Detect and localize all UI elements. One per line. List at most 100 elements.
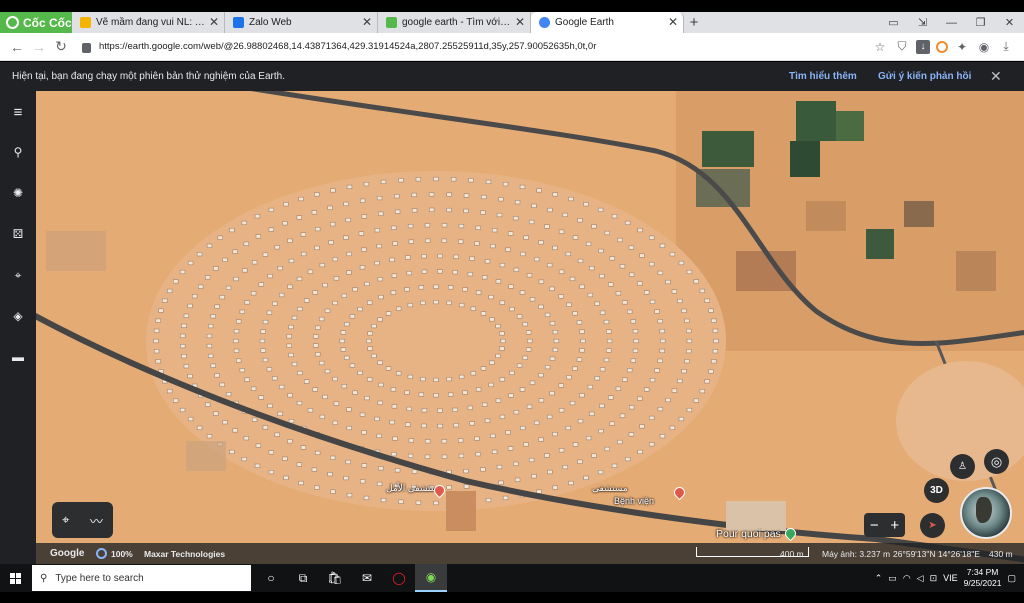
camera-altitude: Máy ảnh: 3.237 m: [822, 548, 891, 559]
left-rail: ≡ ⚲ ✺ ⚄ ⌖ ◈ ▬: [0, 91, 36, 564]
store-icon[interactable]: 🛍: [319, 564, 351, 592]
cast-icon[interactable]: ▭: [879, 16, 908, 29]
my-location-icon[interactable]: ◎: [984, 449, 1009, 474]
tab-favicon-icon: [80, 17, 91, 28]
learn-more-link[interactable]: Tìm hiểu thêm: [789, 71, 857, 82]
shield-icon[interactable]: ⛉: [894, 39, 910, 54]
voyager-icon[interactable]: ✺: [0, 182, 36, 204]
system-tray: ⌃ ▭ ◠ ◁ ⊡ VIE 7:34 PM 9/25/2021 ▢: [875, 567, 1024, 589]
url-field[interactable]: https://earth.google.com/web/@26.9880246…: [99, 41, 872, 52]
draw-path-icon[interactable]: 〰: [90, 511, 103, 530]
search-placeholder: Type here to search: [55, 572, 144, 584]
close-tab-icon[interactable]: ✕: [668, 15, 678, 29]
arabic-map-label-2: مستشفى: [592, 483, 628, 493]
tab-1[interactable]: Vẽ mầm đang vui NL: Tự nhiên✕: [72, 12, 225, 33]
map-imagery: [36, 91, 1024, 564]
map-status-bar: Google 100% Maxar Technologies 400 m Máy…: [36, 543, 1024, 564]
network-icon[interactable]: ◠: [903, 573, 911, 584]
close-tab-icon[interactable]: ✕: [209, 15, 219, 29]
close-tab-icon[interactable]: ✕: [515, 15, 525, 29]
chevron-up-icon[interactable]: ⌃: [875, 573, 883, 584]
tab-title: google earth - Tìm với Cốc Cốc: [402, 17, 512, 28]
zoom-control: − +: [864, 513, 905, 537]
task-view-icon[interactable]: ⧉: [287, 564, 319, 592]
dice-icon[interactable]: ⚄: [0, 223, 36, 245]
ruler-icon[interactable]: ▬: [0, 346, 36, 368]
back-icon[interactable]: ←: [6, 39, 28, 55]
tab-3[interactable]: google earth - Tìm với Cốc Cốc✕: [378, 12, 531, 33]
zoom-in-icon[interactable]: +: [890, 517, 899, 534]
google-logo: Google: [50, 548, 85, 559]
close-tab-icon[interactable]: ✕: [362, 15, 372, 29]
minimize-icon[interactable]: —: [937, 17, 966, 29]
windows-taskbar: ⚲ Type here to search ○ ⧉ 🛍 ✉ ◯ ◉ ⌃ ▭ ◠ ◁…: [0, 564, 1024, 592]
clock-time: 7:34 PM: [966, 567, 999, 577]
close-icon[interactable]: ✕: [990, 68, 1002, 85]
placemark-toolbar: ⌖ 〰: [52, 502, 113, 538]
menu-icon[interactable]: ≡: [0, 101, 36, 123]
browser-brand[interactable]: Cốc Cốc: [0, 12, 72, 33]
layers-icon[interactable]: ◈: [0, 305, 36, 327]
windows-start-icon[interactable]: [0, 572, 30, 584]
search-icon: ⚲: [40, 572, 48, 584]
compass-icon[interactable]: ➤: [920, 513, 945, 538]
download-icon[interactable]: ↓: [916, 39, 930, 54]
screen: Cốc Cốc Vẽ mầm đang vui NL: Tự nhiên✕ Za…: [0, 0, 1024, 603]
profile-icon[interactable]: ◉: [976, 40, 992, 54]
forward-icon[interactable]: →: [28, 39, 50, 55]
clock[interactable]: 7:34 PM 9/25/2021: [964, 567, 1002, 589]
tab-favicon-icon: [233, 17, 244, 28]
coccoc-extension-icon[interactable]: [936, 40, 948, 53]
street-view-icon[interactable]: ♙: [950, 454, 975, 479]
download-tray-icon[interactable]: ⤓: [998, 39, 1014, 54]
loading-ring-icon: [96, 548, 107, 559]
battery-icon[interactable]: ▭: [888, 573, 897, 584]
pin-icon[interactable]: ⇲: [908, 16, 937, 29]
add-placemark-icon[interactable]: ⌖: [62, 512, 69, 528]
notice-text: Hiện tại, bạn đang chạy một phiên bản th…: [12, 71, 285, 82]
satellite-map[interactable]: ⌖ 〰 مستشفى الأمل مستشفى Bệnh viện Pour q…: [36, 91, 1024, 564]
language-indicator[interactable]: VIE: [943, 573, 958, 583]
window-controls: ▭ ⇲ — ❐ ✕: [879, 12, 1024, 33]
notifications-icon[interactable]: ▢: [1007, 573, 1016, 584]
volume-icon[interactable]: ◁: [917, 573, 924, 584]
bottom-strip: [0, 592, 1024, 603]
projects-icon[interactable]: ⌖: [0, 264, 36, 286]
coccoc-app-icon[interactable]: ◉: [415, 564, 447, 592]
taskbar-search[interactable]: ⚲ Type here to search: [32, 565, 251, 591]
3d-toggle-button[interactable]: 3D: [924, 478, 949, 503]
hospital-label: Bệnh viện: [614, 496, 655, 506]
close-window-icon[interactable]: ✕: [995, 16, 1024, 29]
beta-notice: Hiện tại, bạn đang chạy một phiên bản th…: [0, 62, 1024, 91]
feedback-link[interactable]: Gửi ý kiến phản hồi: [878, 71, 971, 82]
usb-icon[interactable]: ⊡: [930, 573, 938, 584]
bookmark-star-icon[interactable]: ☆: [872, 40, 888, 54]
load-percent: 100%: [111, 548, 133, 559]
tab-title: Zalo Web: [249, 17, 292, 28]
attribution[interactable]: Maxar Technologies: [144, 549, 225, 559]
opera-icon[interactable]: ◯: [383, 564, 415, 592]
elevation: 430 m: [989, 548, 1013, 559]
new-tab-button[interactable]: +: [684, 12, 704, 33]
poi-label: Pour quoi pas: [716, 528, 781, 540]
clock-date: 9/25/2021: [963, 578, 1002, 588]
puzzle-icon[interactable]: ✦: [954, 40, 970, 54]
tab-4[interactable]: Google Earth ✕: [531, 12, 684, 33]
restore-icon[interactable]: ❐: [966, 16, 995, 29]
tab-bar: Cốc Cốc Vẽ mầm đang vui NL: Tự nhiên✕ Za…: [0, 12, 1024, 33]
mail-icon[interactable]: ✉: [351, 564, 383, 592]
extensions: ☆ ⛉ ↓ ✦ ◉ ⤓: [872, 39, 1024, 54]
coccoc-logo-icon: [6, 16, 19, 29]
address-bar: ← → ↻ https://earth.google.com/web/@26.9…: [0, 33, 1024, 61]
tab-favicon-icon: [539, 17, 550, 28]
coordinates: 26°59'13"N 14°26'18"E: [893, 548, 980, 559]
search-icon[interactable]: ⚲: [0, 141, 36, 163]
cortana-icon[interactable]: ○: [255, 564, 287, 592]
pinned-apps: ○ ⧉ 🛍 ✉ ◯ ◉: [255, 564, 447, 592]
lock-icon: [82, 42, 91, 53]
tab-2[interactable]: Zalo Web ✕: [225, 12, 378, 33]
reload-icon[interactable]: ↻: [50, 38, 72, 55]
globe-minimap[interactable]: [960, 487, 1012, 539]
tab-title: Google Earth: [555, 17, 614, 28]
zoom-out-icon[interactable]: −: [870, 517, 879, 534]
